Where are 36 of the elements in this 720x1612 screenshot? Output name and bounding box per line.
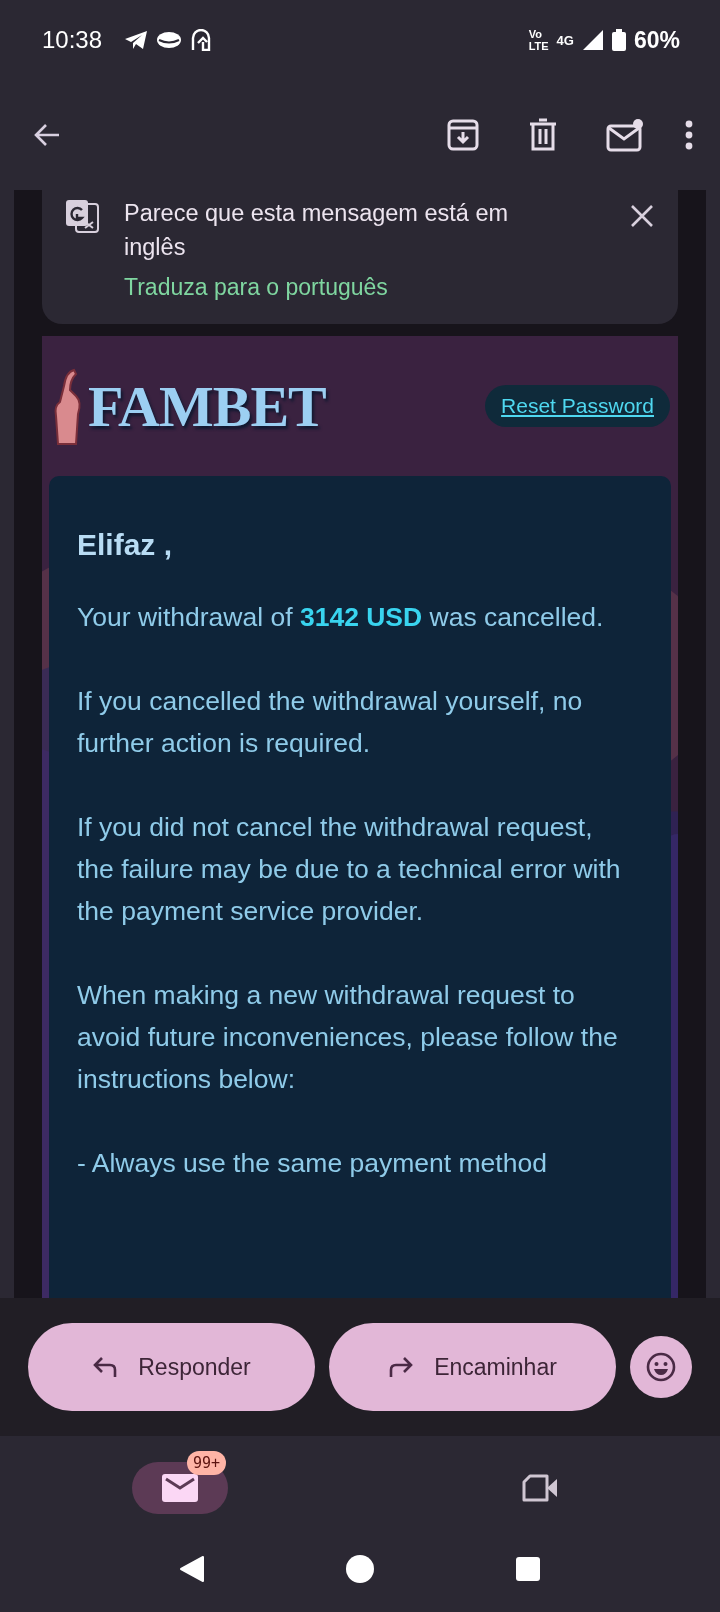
translate-link[interactable]: Traduza para o português (124, 270, 566, 304)
back-icon[interactable] (179, 1555, 205, 1583)
signal-icon (581, 29, 604, 51)
smiley-icon (646, 1352, 676, 1382)
paper-plane-icon (124, 30, 149, 50)
paragraph: Your withdrawal of 3142 USD was cancelled. (77, 601, 605, 634)
home-arrow-icon (190, 29, 213, 51)
video-icon (522, 1474, 558, 1502)
close-icon[interactable] (630, 204, 654, 228)
reply-button[interactable]: Responder (28, 1323, 315, 1411)
greeting: Elifaz , (77, 528, 174, 562)
volte-label: LTE (528, 40, 549, 52)
forward-button[interactable]: Encaminhar (329, 1323, 616, 1411)
mail-icon (162, 1474, 198, 1502)
translate-icon (64, 198, 100, 234)
home-icon[interactable] (345, 1554, 375, 1584)
paragraph: If you cancelled the withdrawal yourself, no further action is required. (77, 685, 584, 760)
battery-icon (611, 29, 626, 51)
volte-label: Vo (528, 28, 543, 40)
archive-icon[interactable] (446, 118, 480, 152)
reply-icon (92, 1356, 119, 1378)
recents-icon[interactable] (515, 1556, 541, 1582)
reset-password-link[interactable]: Reset Password (485, 385, 670, 427)
mail-unread-icon[interactable] (606, 118, 644, 152)
clock: 10:38 (42, 26, 103, 54)
paragraph: When making a new withdrawal request to avoid future inconveniences, please follow the instructions below: (77, 979, 619, 1096)
count-badge: 99+ (187, 1451, 227, 1475)
forward-icon (388, 1356, 415, 1378)
more-icon[interactable] (684, 120, 694, 150)
paragraph: - Always use the same payment method (77, 1147, 548, 1180)
translate-message: Parece que esta mensagem está em inglês (124, 199, 510, 262)
battery-percent: 60% (633, 26, 680, 54)
paragraph: If you did not cancel the withdrawal request, the failure may be due to a technical error with the payment service provider. (77, 811, 622, 928)
trash-icon[interactable] (528, 118, 558, 152)
logo: FAMBET (88, 372, 326, 440)
network-label: 4G (556, 32, 574, 48)
